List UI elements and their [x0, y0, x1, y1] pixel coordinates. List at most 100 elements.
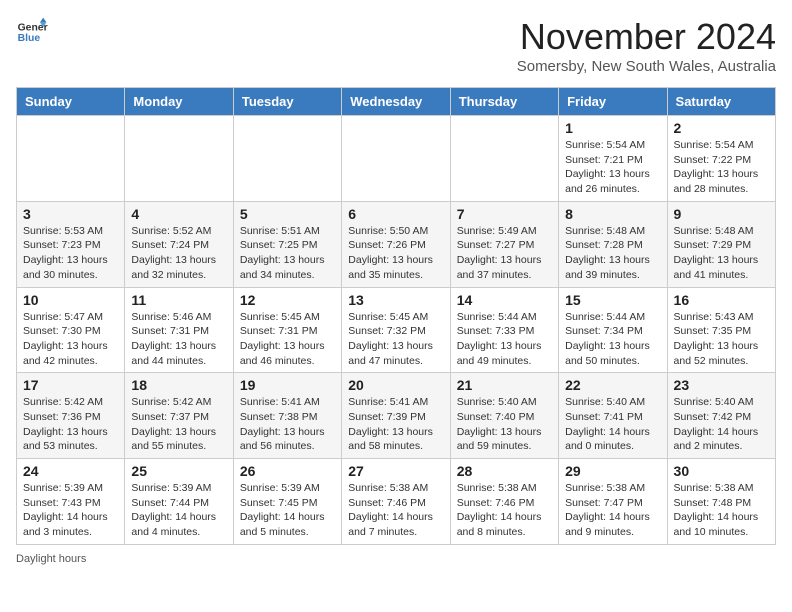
day-info: Sunrise: 5:39 AM Sunset: 7:43 PM Dayligh… — [23, 481, 118, 540]
calendar-cell: 21 Sunrise: 5:40 AM Sunset: 7:40 PM Dayli… — [450, 373, 558, 459]
calendar-cell: 6 Sunrise: 5:50 AM Sunset: 7:26 PM Daylig… — [342, 201, 450, 287]
day-info: Sunrise: 5:50 AM Sunset: 7:26 PM Dayligh… — [348, 224, 443, 283]
calendar-cell: 2Sunrise: 5:54 AM Sunset: 7:22 PM Daylig… — [667, 116, 775, 202]
day-number: 4 — [131, 206, 226, 222]
calendar-cell: 14Sunrise: 5:44 AM Sunset: 7:33 PM Dayli… — [450, 287, 558, 373]
calendar-cell: 15 Sunrise: 5:44 AM Sunset: 7:34 PM Dayli… — [559, 287, 667, 373]
calendar-col-wednesday: Wednesday — [342, 88, 450, 116]
calendar-cell: 29 Sunrise: 5:38 AM Sunset: 7:47 PM Dayli… — [559, 459, 667, 545]
day-info: Sunrise: 5:53 AM Sunset: 7:23 PM Dayligh… — [23, 224, 118, 283]
location: Somersby, New South Wales, Australia — [517, 58, 776, 75]
calendar-week-row: 3 Sunrise: 5:53 AM Sunset: 7:23 PM Daylig… — [17, 201, 776, 287]
calendar-cell — [450, 116, 558, 202]
day-info: Sunrise: 5:47 AM Sunset: 7:30 PM Dayligh… — [23, 310, 118, 369]
day-info: Sunrise: 5:39 AM Sunset: 7:45 PM Dayligh… — [240, 481, 335, 540]
day-number: 24 — [23, 463, 118, 479]
calendar-col-sunday: Sunday — [17, 88, 125, 116]
month-title: November 2024 — [517, 16, 776, 58]
day-number: 6 — [348, 206, 443, 222]
day-number: 13 — [348, 292, 443, 308]
calendar-cell: 1 Sunrise: 5:54 AM Sunset: 7:21 PM Daylig… — [559, 116, 667, 202]
calendar-cell: 5Sunrise: 5:51 AM Sunset: 7:25 PM Daylig… — [233, 201, 341, 287]
day-number: 19 — [240, 377, 335, 393]
day-number: 9 — [674, 206, 769, 222]
day-info: Sunrise: 5:54 AM Sunset: 7:21 PM Dayligh… — [565, 138, 660, 197]
day-number: 21 — [457, 377, 552, 393]
daylight-hours-label: Daylight hours — [16, 553, 86, 565]
calendar-table: SundayMondayTuesdayWednesdayThursdayFrid… — [16, 87, 776, 545]
day-info: Sunrise: 5:41 AM Sunset: 7:39 PM Dayligh… — [348, 395, 443, 454]
calendar-cell: 30Sunrise: 5:38 AM Sunset: 7:48 PM Dayli… — [667, 459, 775, 545]
day-number: 29 — [565, 463, 660, 479]
day-number: 26 — [240, 463, 335, 479]
calendar-cell: 4 Sunrise: 5:52 AM Sunset: 7:24 PM Daylig… — [125, 201, 233, 287]
day-info: Sunrise: 5:44 AM Sunset: 7:34 PM Dayligh… — [565, 310, 660, 369]
day-number: 1 — [565, 120, 660, 136]
logo: General Blue — [16, 16, 48, 48]
calendar-cell — [17, 116, 125, 202]
day-number: 23 — [674, 377, 769, 393]
calendar-cell: 26 Sunrise: 5:39 AM Sunset: 7:45 PM Dayli… — [233, 459, 341, 545]
calendar-col-tuesday: Tuesday — [233, 88, 341, 116]
calendar-header-row: SundayMondayTuesdayWednesdayThursdayFrid… — [17, 88, 776, 116]
day-number: 16 — [674, 292, 769, 308]
title-block: November 2024 Somersby, New South Wales,… — [517, 16, 776, 75]
calendar-cell: 12Sunrise: 5:45 AM Sunset: 7:31 PM Dayli… — [233, 287, 341, 373]
calendar-cell: 18 Sunrise: 5:42 AM Sunset: 7:37 PM Dayli… — [125, 373, 233, 459]
calendar-cell: 9 Sunrise: 5:48 AM Sunset: 7:29 PM Daylig… — [667, 201, 775, 287]
calendar-cell: 3 Sunrise: 5:53 AM Sunset: 7:23 PM Daylig… — [17, 201, 125, 287]
calendar-week-row: 10 Sunrise: 5:47 AM Sunset: 7:30 PM Dayli… — [17, 287, 776, 373]
calendar-cell: 22 Sunrise: 5:40 AM Sunset: 7:41 PM Dayli… — [559, 373, 667, 459]
day-number: 12 — [240, 292, 335, 308]
calendar-cell: 27Sunrise: 5:38 AM Sunset: 7:46 PM Dayli… — [342, 459, 450, 545]
day-info: Sunrise: 5:41 AM Sunset: 7:38 PM Dayligh… — [240, 395, 335, 454]
page-header: General Blue November 2024 Somersby, New… — [16, 16, 776, 75]
day-number: 27 — [348, 463, 443, 479]
logo-icon: General Blue — [16, 16, 48, 48]
calendar-col-saturday: Saturday — [667, 88, 775, 116]
day-info: Sunrise: 5:42 AM Sunset: 7:36 PM Dayligh… — [23, 395, 118, 454]
svg-text:Blue: Blue — [18, 33, 41, 44]
calendar-cell: 16 Sunrise: 5:43 AM Sunset: 7:35 PM Dayli… — [667, 287, 775, 373]
calendar-col-friday: Friday — [559, 88, 667, 116]
calendar-col-thursday: Thursday — [450, 88, 558, 116]
calendar-week-row: 1 Sunrise: 5:54 AM Sunset: 7:21 PM Daylig… — [17, 116, 776, 202]
calendar-col-monday: Monday — [125, 88, 233, 116]
day-info: Sunrise: 5:54 AM Sunset: 7:22 PM Dayligh… — [674, 138, 769, 197]
day-info: Sunrise: 5:52 AM Sunset: 7:24 PM Dayligh… — [131, 224, 226, 283]
day-number: 3 — [23, 206, 118, 222]
calendar-cell: 8Sunrise: 5:48 AM Sunset: 7:28 PM Daylig… — [559, 201, 667, 287]
day-info: Sunrise: 5:48 AM Sunset: 7:29 PM Dayligh… — [674, 224, 769, 283]
day-info: Sunrise: 5:40 AM Sunset: 7:42 PM Dayligh… — [674, 395, 769, 454]
day-number: 25 — [131, 463, 226, 479]
day-number: 15 — [565, 292, 660, 308]
footer: Daylight hours — [16, 553, 776, 565]
day-number: 10 — [23, 292, 118, 308]
day-number: 8 — [565, 206, 660, 222]
day-info: Sunrise: 5:40 AM Sunset: 7:41 PM Dayligh… — [565, 395, 660, 454]
day-number: 28 — [457, 463, 552, 479]
day-number: 18 — [131, 377, 226, 393]
day-info: Sunrise: 5:38 AM Sunset: 7:48 PM Dayligh… — [674, 481, 769, 540]
day-number: 11 — [131, 292, 226, 308]
day-info: Sunrise: 5:51 AM Sunset: 7:25 PM Dayligh… — [240, 224, 335, 283]
calendar-cell: 24 Sunrise: 5:39 AM Sunset: 7:43 PM Dayli… — [17, 459, 125, 545]
calendar-cell: 11Sunrise: 5:46 AM Sunset: 7:31 PM Dayli… — [125, 287, 233, 373]
calendar-cell — [342, 116, 450, 202]
day-number: 22 — [565, 377, 660, 393]
calendar-week-row: 24 Sunrise: 5:39 AM Sunset: 7:43 PM Dayli… — [17, 459, 776, 545]
day-number: 20 — [348, 377, 443, 393]
day-info: Sunrise: 5:38 AM Sunset: 7:47 PM Dayligh… — [565, 481, 660, 540]
calendar-cell: 20 Sunrise: 5:41 AM Sunset: 7:39 PM Dayli… — [342, 373, 450, 459]
day-info: Sunrise: 5:49 AM Sunset: 7:27 PM Dayligh… — [457, 224, 552, 283]
day-info: Sunrise: 5:38 AM Sunset: 7:46 PM Dayligh… — [457, 481, 552, 540]
calendar-cell: 28 Sunrise: 5:38 AM Sunset: 7:46 PM Dayli… — [450, 459, 558, 545]
day-number: 7 — [457, 206, 552, 222]
day-info: Sunrise: 5:39 AM Sunset: 7:44 PM Dayligh… — [131, 481, 226, 540]
day-info: Sunrise: 5:42 AM Sunset: 7:37 PM Dayligh… — [131, 395, 226, 454]
calendar-cell — [125, 116, 233, 202]
day-info: Sunrise: 5:43 AM Sunset: 7:35 PM Dayligh… — [674, 310, 769, 369]
calendar-week-row: 17Sunrise: 5:42 AM Sunset: 7:36 PM Dayli… — [17, 373, 776, 459]
day-info: Sunrise: 5:45 AM Sunset: 7:32 PM Dayligh… — [348, 310, 443, 369]
day-info: Sunrise: 5:40 AM Sunset: 7:40 PM Dayligh… — [457, 395, 552, 454]
